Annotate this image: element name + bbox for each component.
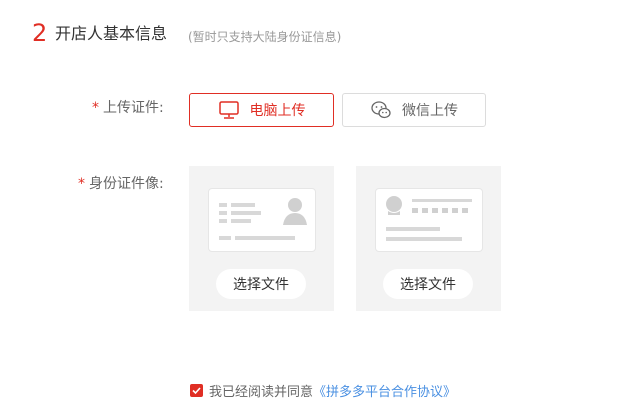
id-card-front-icon bbox=[208, 188, 316, 252]
pc-upload-button[interactable]: 电脑上传 bbox=[189, 93, 334, 127]
monitor-icon bbox=[218, 99, 240, 121]
wechat-icon bbox=[370, 99, 392, 121]
upload-method-label-text: 上传证件: bbox=[103, 100, 164, 116]
wechat-upload-label: 微信上传 bbox=[402, 103, 458, 119]
agreement-checkbox[interactable] bbox=[190, 384, 203, 397]
agreement-link[interactable]: 《拼多多平台合作协议》 bbox=[313, 381, 456, 400]
checkmark-icon bbox=[192, 387, 201, 395]
pc-upload-label: 电脑上传 bbox=[249, 103, 306, 119]
agreement-row: 我已经阅读并同意 《拼多多平台合作协议》 bbox=[190, 381, 456, 400]
wechat-upload-button[interactable]: 微信上传 bbox=[342, 93, 486, 127]
agreement-text: 我已经阅读并同意 bbox=[209, 385, 314, 400]
id-front-upload-card[interactable]: 选择文件 bbox=[189, 166, 334, 311]
id-back-upload-card[interactable]: 选择文件 bbox=[356, 166, 501, 311]
id-photo-label-text: 身份证件像: bbox=[89, 176, 164, 192]
choose-file-button-front[interactable]: 选择文件 bbox=[216, 269, 306, 299]
required-mark: * bbox=[78, 176, 85, 192]
required-mark: * bbox=[92, 100, 99, 116]
section-note: (暂时只支持大陆身份证信息) bbox=[188, 30, 342, 44]
upload-method-label: * 上传证件: bbox=[92, 98, 164, 118]
section-title: 开店人基本信息 bbox=[55, 24, 168, 43]
choose-file-button-back[interactable]: 选择文件 bbox=[383, 269, 473, 299]
section-number: 2 bbox=[32, 19, 48, 47]
id-photo-label: * 身份证件像: bbox=[78, 174, 164, 194]
id-card-back-icon bbox=[375, 188, 483, 252]
